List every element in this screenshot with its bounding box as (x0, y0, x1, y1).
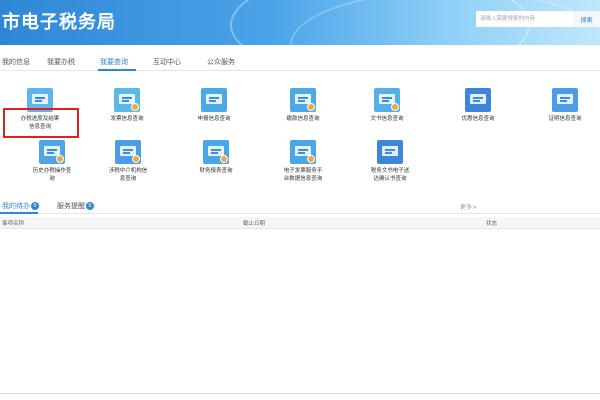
highlight-box (3, 108, 79, 138)
grid-item-payment-query[interactable]: 缴款信息查询 (263, 88, 343, 123)
column-header-deadline: 截止日期 (243, 221, 266, 227)
todo-count-badge: 0 (31, 202, 39, 210)
grid-item-label: 申报信息查询 (197, 116, 231, 122)
grid-item-label: 税务文书电子送 达确认书查询 (370, 168, 410, 182)
site-title: 市电子税务局 (2, 12, 116, 33)
payment-query-icon (290, 88, 316, 112)
grid-item-declaration-query[interactable]: 申报信息查询 (174, 88, 254, 123)
grid-item-certificate-query[interactable]: 证明信息查询 (525, 88, 600, 123)
tab-public-service[interactable]: 公众服务 (207, 57, 235, 67)
tab-service-reminder[interactable]: 服务提醒 0 (57, 201, 94, 211)
history-query-icon (39, 140, 65, 164)
grid-item-label: 涉税中介机构信 息查询 (108, 168, 148, 182)
grid-item-label: 历史办税操作查询 (32, 168, 72, 182)
preferential-query-icon (465, 88, 491, 112)
grid-item-preferential-query[interactable]: 优惠信息查询 (438, 88, 518, 123)
agency-query-icon (115, 140, 141, 164)
tab-tax-handling[interactable]: 我要办税 (47, 57, 75, 67)
todo-tabs: 我的待办 0 服务提醒 0 更多> (0, 198, 600, 214)
certificate-query-icon (552, 88, 578, 112)
grid-item-label: 优惠信息查询 (461, 116, 495, 122)
grid-item-label: 发票信息查询 (110, 116, 144, 122)
grid-item-financial-report-query[interactable]: 财务报表查询 (176, 140, 256, 175)
financial-report-icon (203, 140, 229, 164)
column-header-item-name: 事项名称 (2, 221, 25, 227)
document-query-icon (374, 88, 400, 112)
tax-document-delivery-icon (377, 140, 403, 164)
main-tabs: 我的信息 我要办税 我要查询 互动中心 公众服务 (0, 53, 600, 71)
e-invoice-platform-icon (290, 140, 316, 164)
tab-interaction-center[interactable]: 互动中心 (153, 57, 181, 67)
active-subtab-indicator (0, 212, 38, 214)
active-tab-indicator (98, 69, 136, 71)
divider (0, 393, 600, 394)
grid-item-agency-query[interactable]: 涉税中介机构信 息查询 (88, 140, 168, 183)
grid-item-label: 文书信息查询 (370, 116, 404, 122)
declaration-query-icon (201, 88, 227, 112)
tab-my-info[interactable]: 我的信息 (2, 57, 30, 67)
grid-item-history-query[interactable]: 历史办税操作查询 (12, 140, 92, 183)
reminder-count-badge: 0 (86, 202, 94, 210)
grid-item-document-query[interactable]: 文书信息查询 (347, 88, 427, 123)
grid-item-tax-document-delivery-query[interactable]: 税务文书电子送 达确认书查询 (350, 140, 430, 183)
grid-item-invoice-query[interactable]: 发票信息查询 (87, 88, 167, 123)
tab-my-todo[interactable]: 我的待办 0 (2, 201, 39, 211)
grid-item-label: 财务报表查询 (199, 168, 233, 174)
search-button[interactable]: 搜索 (573, 11, 600, 27)
column-header-status: 状态 (486, 221, 498, 227)
grid-item-label: 证明信息查询 (548, 116, 582, 122)
invoice-query-icon (114, 88, 140, 112)
grid-item-e-invoice-platform-query[interactable]: 电子发票服务平 台数据信息查询 (263, 140, 343, 183)
search-input[interactable] (476, 11, 573, 27)
todo-table-header: 事项名称 截止日期 状态 (0, 217, 600, 229)
header-banner: 市电子税务局 搜索 (0, 0, 600, 45)
grid-item-label: 缴款信息查询 (286, 116, 320, 122)
more-link[interactable]: 更多> (460, 202, 477, 211)
tab-query[interactable]: 我要查询 (100, 57, 128, 67)
grid-item-label: 电子发票服务平 台数据信息查询 (283, 168, 323, 182)
